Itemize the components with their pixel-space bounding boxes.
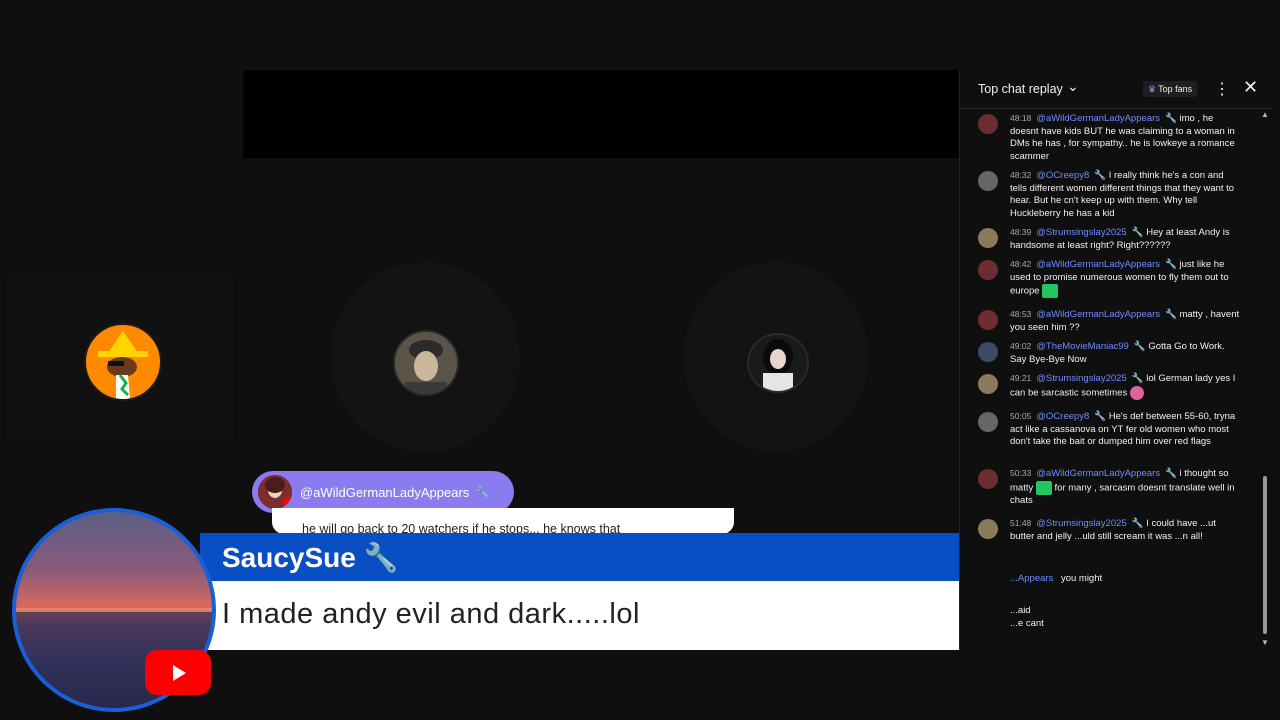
wrench-icon: 🔧 bbox=[1131, 373, 1144, 384]
wrench-icon: 🔧 bbox=[475, 485, 491, 499]
person-photo-icon bbox=[749, 335, 807, 391]
chat-header: Top chat replay ⌄ ♛ Top fans ⋮ ✕ bbox=[960, 70, 1273, 109]
person-photo-icon bbox=[395, 332, 457, 394]
chat-avatar bbox=[978, 412, 998, 432]
featured-chat-author: @aWildGermanLadyAppears bbox=[300, 484, 470, 500]
chat-avatar bbox=[978, 342, 998, 362]
youtube-logo-icon bbox=[145, 650, 211, 695]
wrench-icon: 🔧 bbox=[1164, 309, 1177, 320]
chat-avatar bbox=[978, 310, 998, 330]
wrench-icon: 🔧 bbox=[1133, 341, 1146, 352]
emoji-icon bbox=[1042, 284, 1059, 299]
youtube-badge-icon bbox=[283, 497, 292, 507]
wrench-icon: 🔧 bbox=[1094, 170, 1107, 181]
wrench-icon: 🔧 bbox=[1094, 411, 1107, 422]
cartoon-avatar-icon bbox=[98, 331, 148, 399]
chat-avatar bbox=[978, 519, 998, 539]
wrench-icon: 🔧 bbox=[1131, 518, 1144, 529]
emoji-icon bbox=[1035, 480, 1052, 495]
crown-icon: ♛ bbox=[1148, 84, 1157, 94]
scroll-up-icon[interactable]: ▲ bbox=[1261, 110, 1269, 119]
chat-avatar bbox=[978, 228, 998, 248]
top-banner bbox=[243, 70, 959, 158]
chat-avatar bbox=[978, 374, 998, 394]
chat-avatar bbox=[978, 114, 998, 134]
participant-avatar-cowboy bbox=[84, 323, 162, 401]
chevron-down-icon[interactable]: ⌄ bbox=[1067, 78, 1079, 95]
chat-replay-panel: Top chat replay ⌄ ♛ Top fans ⋮ ✕ 48:18 @aW… bbox=[959, 70, 1273, 650]
chat-avatar bbox=[978, 260, 998, 280]
chat-avatar bbox=[978, 469, 998, 489]
scrollbar-thumb[interactable] bbox=[1263, 476, 1267, 634]
chat-message-list: 48:18 @aWildGermanLadyAppears 🔧 imo , he d… bbox=[960, 110, 1260, 650]
wrench-icon: 🔧 bbox=[1131, 227, 1144, 238]
wrench-icon: 🔧 bbox=[363, 542, 399, 573]
close-icon[interactable]: ✕ bbox=[1243, 77, 1258, 98]
more-options-icon[interactable]: ⋮ bbox=[1214, 79, 1230, 99]
top-fans-button[interactable]: ♛ Top fans bbox=[1143, 81, 1198, 97]
flower-emoji-icon bbox=[1129, 385, 1144, 400]
lower-third-message: I made andy evil and dark.....lol bbox=[222, 598, 640, 630]
scroll-down-icon[interactable]: ▼ bbox=[1261, 638, 1269, 647]
featured-chat-author-pill: @aWildGermanLadyAppears 🔧 bbox=[252, 471, 514, 513]
author-avatar bbox=[258, 475, 292, 509]
participant-avatar-man bbox=[393, 330, 459, 396]
featured-chat-message: he will go back to 20 watchers if he sto… bbox=[272, 508, 734, 534]
participant-avatar-woman bbox=[747, 333, 809, 393]
lower-third-name: SaucySue 🔧 bbox=[222, 542, 399, 573]
wrench-icon: 🔧 bbox=[1164, 468, 1177, 479]
wrench-icon: 🔧 bbox=[1164, 259, 1177, 270]
wrench-icon: 🔧 bbox=[1164, 113, 1177, 124]
chat-mode-dropdown[interactable]: Top chat replay bbox=[978, 82, 1063, 96]
chat-avatar bbox=[978, 171, 998, 191]
